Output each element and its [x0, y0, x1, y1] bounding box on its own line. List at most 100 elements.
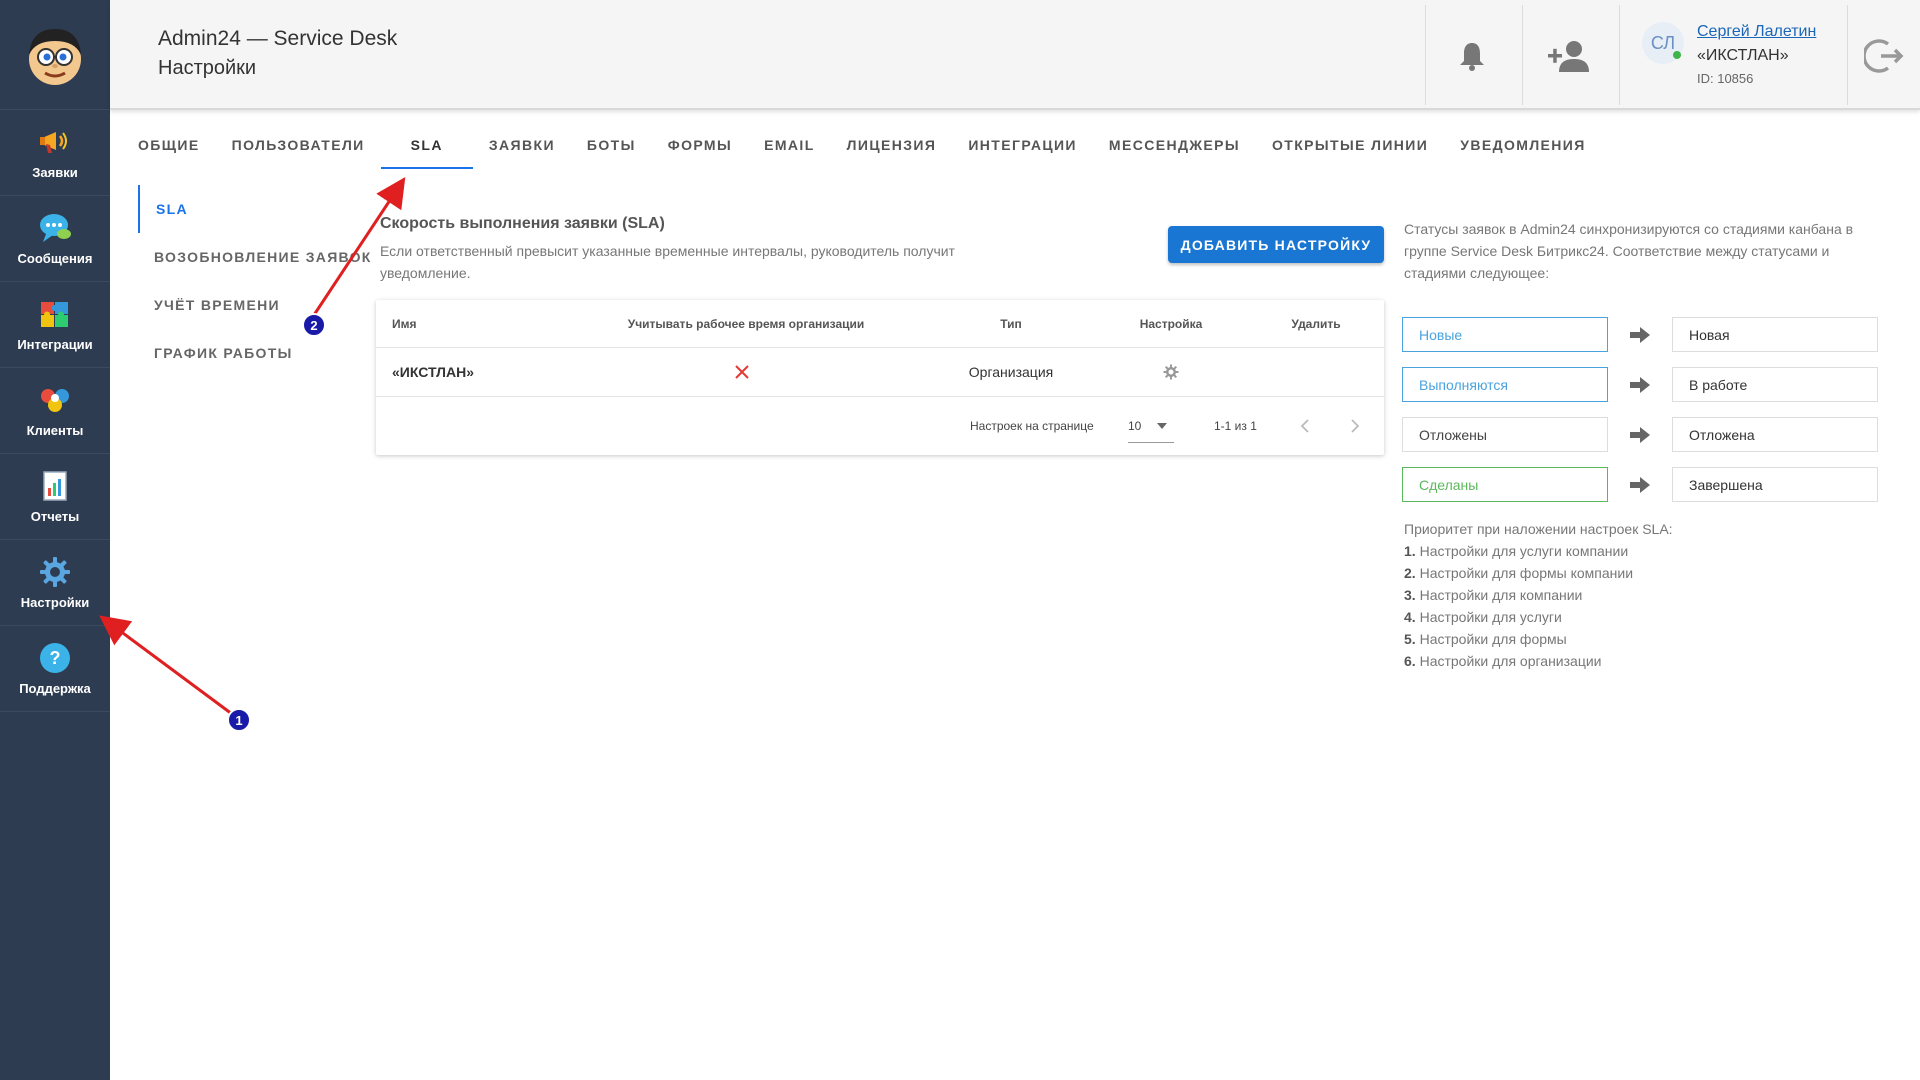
arrow-right-icon [1630, 327, 1650, 343]
header-divider [1425, 5, 1426, 105]
status-in-progress[interactable]: Выполняются [1402, 367, 1608, 402]
priority-title: Приоритет при наложении настроек SLA: [1404, 521, 1673, 537]
column-header-type[interactable]: Тип [946, 300, 1076, 347]
status-mapping-row: Сделаны Завершена [1402, 467, 1878, 502]
header-divider [1847, 5, 1848, 105]
app-root: Заявки Сообщения Интеграции Клиенты Отче… [0, 0, 1920, 1080]
sla-table: Имя Учитывать рабочее время организации … [376, 300, 1384, 455]
table-row[interactable]: «ИКСТЛАН» Организация [376, 348, 1384, 397]
sidebar-item-label: Поддержка [19, 681, 91, 696]
tab-forms[interactable]: ФОРМЫ [652, 125, 748, 169]
tab-general[interactable]: ОБЩИЕ [122, 125, 216, 169]
header-divider [1619, 5, 1620, 105]
header-divider [1522, 5, 1523, 105]
subnav-sla[interactable]: SLA [138, 185, 368, 233]
user-id: ID: 10856 [1697, 71, 1754, 86]
priority-item: 2. Настройки для формы компании [1404, 562, 1673, 584]
status-postponed[interactable]: Отложены [1402, 417, 1608, 452]
annotation-arrow-1 [99, 615, 233, 716]
add-user-button[interactable] [1540, 28, 1596, 84]
status-mapping-row: Новые Новая [1402, 317, 1878, 352]
stage-in-progress[interactable]: В работе [1672, 367, 1878, 402]
logo[interactable] [0, 0, 110, 110]
chat-bubble-icon [38, 211, 72, 245]
sidebar-item-label: Клиенты [26, 423, 84, 438]
app-title: Admin24 — Service Desk [158, 27, 398, 50]
logout-button[interactable] [1856, 28, 1912, 84]
chevron-down-icon [1157, 422, 1168, 429]
tab-open-lines[interactable]: ОТКРЫТЫЕ ЛИНИИ [1256, 125, 1444, 169]
status-done[interactable]: Сделаны [1402, 467, 1608, 502]
priority-item: 6. Настройки для организации [1404, 650, 1673, 672]
sla-title: Скорость выполнения заявки (SLA) [380, 215, 665, 232]
help-icon: ? [38, 641, 72, 675]
sidebar-item-requests[interactable]: Заявки [0, 110, 110, 196]
per-page-select[interactable]: 10 [1128, 409, 1174, 443]
priority-text: Настройки для услуги компании [1419, 543, 1629, 559]
tab-users[interactable]: ПОЛЬЗОВАТЕЛИ [216, 125, 381, 169]
priority-num: 1. [1404, 543, 1416, 559]
arrow-right-icon [1630, 427, 1650, 443]
user-name-link[interactable]: Сергей Лалетин [1697, 23, 1816, 41]
priority-num: 3. [1404, 587, 1416, 603]
sidebar-item-support[interactable]: ? Поддержка [0, 626, 110, 712]
sla-priority: Приоритет при наложении настроек SLA: 1.… [1404, 518, 1673, 672]
logo-face-icon [29, 28, 81, 85]
page-title: Настройки [158, 57, 257, 79]
settings-gear-icon[interactable] [1163, 348, 1179, 396]
priority-text: Настройки для услуги [1419, 609, 1562, 625]
tab-sla[interactable]: SLA [380, 125, 473, 169]
sidebar-item-settings[interactable]: Настройки [0, 540, 110, 626]
sidebar-item-reports[interactable]: Отчеты [0, 454, 110, 540]
add-setting-button[interactable]: ДОБАВИТЬ НАСТРОЙКУ [1168, 226, 1384, 263]
row-type: Организация [968, 364, 1054, 380]
work-time-false-icon [734, 348, 750, 396]
svg-text:1: 1 [235, 713, 242, 728]
per-page-label: Настроек на странице [970, 419, 1094, 433]
header: Admin24 — Service Desk Настройки СЛ Серг… [110, 0, 1920, 110]
next-page-button[interactable] [1350, 397, 1360, 455]
priority-item: 3. Настройки для компании [1404, 584, 1673, 606]
priority-num: 2. [1404, 565, 1416, 581]
tab-messengers[interactable]: МЕССЕНДЖЕРЫ [1093, 125, 1256, 169]
priority-item: 4. Настройки для услуги [1404, 606, 1673, 628]
tab-requests[interactable]: ЗАЯВКИ [473, 125, 571, 169]
stage-postponed[interactable]: Отложена [1672, 417, 1878, 452]
sidebar-item-messages[interactable]: Сообщения [0, 196, 110, 282]
status-new[interactable]: Новые [1402, 317, 1608, 352]
prev-page-button[interactable] [1300, 397, 1310, 455]
stage-done[interactable]: Завершена [1672, 467, 1878, 502]
tab-license[interactable]: ЛИЦЕНЗИЯ [831, 125, 953, 169]
status-sync-info: Статусы заявок в Admin24 синхронизируютс… [1404, 221, 1854, 281]
stage-new[interactable]: Новая [1672, 317, 1878, 352]
settings-tabs: ОБЩИЕ ПОЛЬЗОВАТЕЛИ SLA ЗАЯВКИ БОТЫ ФОРМЫ… [122, 125, 1602, 169]
priority-num: 4. [1404, 609, 1416, 625]
sidebar-item-integrations[interactable]: Интеграции [0, 282, 110, 368]
subnav-time-tracking[interactable]: УЧЁТ ВРЕМЕНИ [138, 281, 368, 329]
sidebar-item-clients[interactable]: Клиенты [0, 368, 110, 454]
gear-icon [38, 555, 72, 589]
status-mapping-row: Выполняются В работе [1402, 367, 1878, 402]
tab-integrations[interactable]: ИНТЕГРАЦИИ [952, 125, 1093, 169]
chevron-right-icon [1351, 419, 1360, 433]
priority-text: Настройки для организации [1419, 653, 1602, 669]
sidebar: Заявки Сообщения Интеграции Клиенты Отче… [0, 0, 110, 1080]
column-header-work-time[interactable]: Учитывать рабочее время организации [626, 300, 866, 347]
megaphone-icon [38, 125, 72, 159]
tab-email[interactable]: EMAIL [748, 125, 831, 169]
subnav-work-schedule[interactable]: ГРАФИК РАБОТЫ [138, 329, 368, 377]
subnav-reopen[interactable]: ВОЗОБНОВЛЕНИЕ ЗАЯВОК [138, 233, 370, 281]
clients-icon [38, 383, 72, 417]
sidebar-item-label: Отчеты [30, 509, 80, 524]
tab-notifications[interactable]: УВЕДОМЛЕНИЯ [1444, 125, 1601, 169]
column-header-delete: Удалить [1291, 316, 1341, 331]
priority-text: Настройки для формы компании [1419, 565, 1634, 581]
sla-subnav: SLA ВОЗОБНОВЛЕНИЕ ЗАЯВОК УЧЁТ ВРЕМЕНИ ГР… [138, 185, 370, 377]
column-header-name[interactable]: Имя [392, 300, 417, 347]
notifications-button[interactable] [1444, 28, 1500, 84]
annotation-badge-1: 1 [227, 708, 251, 732]
priority-item: 1. Настройки для услуги компании [1404, 540, 1673, 562]
bell-icon [1460, 43, 1484, 71]
online-status-dot [1673, 51, 1681, 59]
tab-bots[interactable]: БОТЫ [571, 125, 652, 169]
